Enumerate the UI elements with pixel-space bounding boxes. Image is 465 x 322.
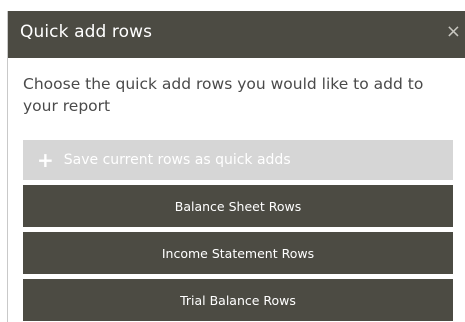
income-statement-rows-button[interactable]: Income Statement Rows	[23, 232, 453, 274]
trial-balance-rows-label: Trial Balance Rows	[180, 292, 296, 308]
trial-balance-rows-button[interactable]: Trial Balance Rows	[23, 279, 453, 321]
balance-sheet-rows-button[interactable]: Balance Sheet Rows	[23, 185, 453, 227]
instructions-text: Choose the quick add rows you would like…	[23, 75, 424, 115]
income-statement-rows-label: Income Statement Rows	[161, 245, 315, 261]
balance-sheet-rows-label: Balance Sheet Rows	[174, 198, 302, 214]
save-current-rows-button[interactable]: + Save current rows as quick adds	[23, 140, 453, 180]
quick-add-rows-dialog: Quick add rows × Choose the quick add ro…	[7, 11, 465, 322]
save-current-rows-label: Save current rows as quick adds	[63, 152, 291, 168]
dialog-header: Quick add rows ×	[8, 11, 465, 58]
close-icon[interactable]: ×	[446, 23, 461, 41]
dialog-title: Quick add rows	[20, 22, 153, 42]
plus-icon: +	[37, 148, 54, 172]
